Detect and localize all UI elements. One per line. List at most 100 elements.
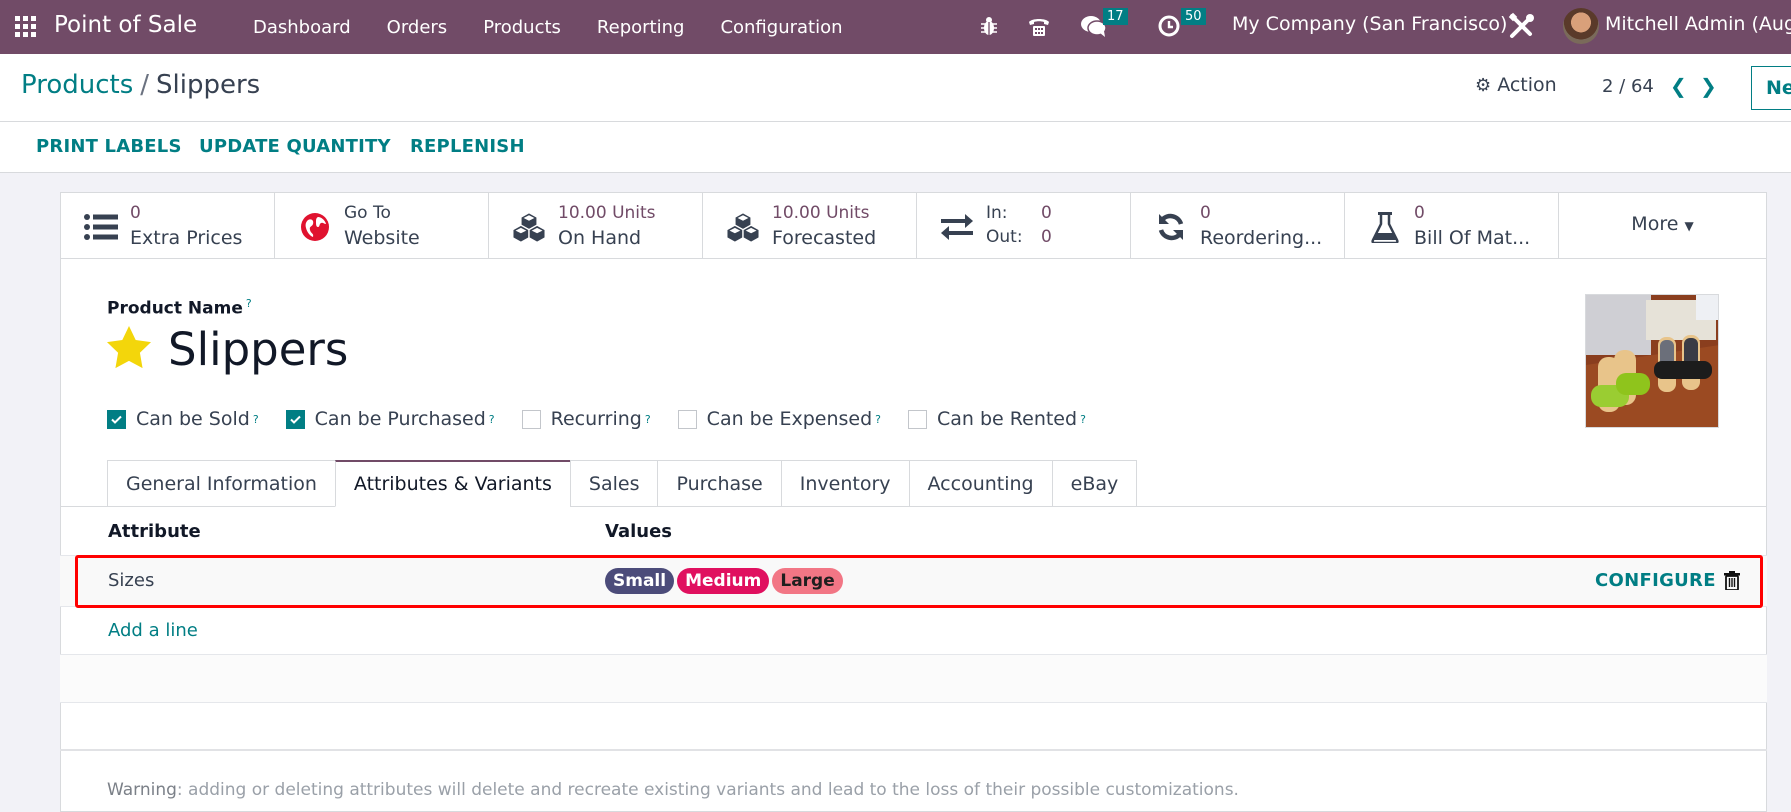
form-button-bar: PRINT LABELS UPDATE QUANTITY REPLENISH (0, 122, 1791, 173)
bom-count: 0 (1414, 203, 1425, 223)
product-image[interactable] (1585, 294, 1719, 428)
flask-icon (1367, 209, 1403, 245)
out-label: Out: (986, 227, 1023, 247)
menu-products[interactable]: Products (465, 17, 579, 38)
checkbox-unchecked-icon (908, 409, 927, 429)
pager-next-icon[interactable]: ❯ (1700, 74, 1717, 98)
in-out-button[interactable]: In: 0 Out: 0 (917, 193, 1131, 259)
checkbox-unchecked-icon (521, 409, 541, 429)
messages-badge: 17 (1103, 8, 1128, 25)
empty-row (60, 607, 1767, 655)
app-menu-icon[interactable] (15, 16, 36, 37)
breadcrumb-products[interactable]: Products (21, 70, 133, 100)
pager-value[interactable]: 2 / 64 (1602, 76, 1654, 97)
cubes-icon (725, 209, 761, 245)
favorite-star-icon[interactable] (106, 326, 152, 370)
company-switcher[interactable]: My Company (San Francisco) (1232, 13, 1507, 35)
user-menu[interactable]: Mitchell Admin (Aug_ (1605, 13, 1791, 35)
warning-text: Warning: adding or deleting attributes w… (107, 780, 1239, 800)
list-icon (83, 209, 119, 245)
update-quantity-button[interactable]: UPDATE QUANTITY (199, 136, 391, 157)
settings-tools-icon[interactable] (1508, 12, 1536, 40)
help-tooltip-icon[interactable]: ? (1080, 413, 1086, 426)
extra-prices-button[interactable]: 0 Extra Prices (61, 193, 275, 259)
can-be-purchased-checkbox[interactable]: Can be Purchased? (285, 408, 495, 430)
menu-orders[interactable]: Orders (369, 17, 466, 38)
forecasted-button[interactable]: 10.00 Units Forecasted (703, 193, 917, 259)
breadcrumb-current: Slippers (156, 70, 261, 100)
highlight-annotation-box (75, 555, 1763, 608)
column-header-values[interactable]: Values (605, 521, 672, 542)
help-tooltip-icon[interactable]: ? (246, 297, 252, 310)
out-value: 0 (1041, 227, 1052, 247)
slippers-photo (1586, 295, 1718, 427)
tab-purchase[interactable]: Purchase (657, 460, 781, 507)
empty-row (60, 655, 1767, 703)
on-hand-button[interactable]: 10.00 Units On Hand (489, 193, 703, 259)
exchange-icon (939, 209, 975, 245)
can-be-sold-label: Can be Sold (136, 408, 250, 430)
website-label: Website (344, 227, 420, 249)
go-to-website-button[interactable]: Go To Website (275, 193, 489, 259)
help-tooltip-icon[interactable]: ? (645, 413, 651, 426)
tab-ebay[interactable]: eBay (1051, 460, 1138, 507)
product-name-label: Product Name? (107, 297, 252, 319)
tab-accounting[interactable]: Accounting (908, 460, 1052, 507)
go-to-label: Go To (344, 203, 391, 223)
refresh-icon (1153, 209, 1189, 245)
forecasted-label: Forecasted (772, 227, 877, 249)
control-panel: Products / Slippers ⚙ Action 2 / 64 ❮ ❯ Ne (0, 54, 1791, 122)
in-label: In: (986, 203, 1008, 223)
forecasted-qty: 10.00 Units (772, 203, 870, 223)
help-tooltip-icon[interactable]: ? (875, 413, 881, 426)
replenish-button[interactable]: REPLENISH (410, 136, 525, 157)
more-dropdown[interactable]: More ▼ (1559, 193, 1766, 259)
globe-icon (297, 209, 333, 245)
phone-icon[interactable] (1027, 14, 1051, 38)
activities-clock-icon[interactable] (1157, 14, 1181, 38)
help-tooltip-icon[interactable]: ? (253, 413, 259, 426)
tab-sales[interactable]: Sales (569, 460, 658, 507)
top-navbar: Point of Sale Dashboard Orders Products … (0, 0, 1791, 54)
extra-prices-label: Extra Prices (130, 227, 243, 249)
caret-down-icon: ▼ (1684, 219, 1694, 233)
debug-bug-icon[interactable] (980, 15, 998, 37)
app-name[interactable]: Point of Sale (54, 12, 197, 38)
on-hand-qty: 10.00 Units (558, 203, 656, 223)
breadcrumb-separator: / (140, 70, 150, 100)
product-name-field[interactable]: Slippers (168, 323, 348, 376)
reordering-rules-button[interactable]: 0 Reordering... (1131, 193, 1345, 259)
can-be-sold-checkbox[interactable]: Can be Sold? (107, 408, 259, 430)
user-avatar[interactable] (1563, 8, 1599, 44)
menu-reporting[interactable]: Reporting (579, 17, 703, 38)
menu-configuration[interactable]: Configuration (702, 17, 860, 38)
tab-general-information[interactable]: General Information (107, 460, 335, 507)
checkbox-unchecked-icon (677, 409, 697, 429)
product-flags: Can be Sold? Can be Purchased? Recurring… (107, 408, 1113, 430)
action-label: Action (1497, 74, 1557, 96)
action-button[interactable]: ⚙ Action (1475, 74, 1557, 96)
bom-label: Bill Of Mat... (1414, 227, 1531, 249)
menu-dashboard[interactable]: Dashboard (235, 17, 369, 38)
warning-prefix: Warning (107, 780, 177, 800)
can-be-expensed-label: Can be Expensed (706, 408, 873, 430)
can-be-rented-checkbox[interactable]: Can be Rented? (908, 408, 1086, 430)
print-labels-button[interactable]: PRINT LABELS (36, 136, 182, 157)
tab-attributes-variants[interactable]: Attributes & Variants (334, 460, 570, 507)
bill-of-materials-button[interactable]: 0 Bill Of Mat... (1345, 193, 1559, 259)
can-be-expensed-checkbox[interactable]: Can be Expensed? (677, 408, 881, 430)
cubes-icon (511, 209, 547, 245)
smart-buttons: 0 Extra Prices Go To Website 10.00 Units… (61, 193, 1766, 259)
column-header-attribute[interactable]: Attribute (108, 521, 201, 542)
reordering-count: 0 (1200, 203, 1211, 223)
extra-prices-count: 0 (130, 203, 141, 223)
can-be-rented-label: Can be Rented (937, 408, 1078, 430)
pager-previous-icon[interactable]: ❮ (1670, 74, 1687, 98)
in-value: 0 (1041, 203, 1052, 223)
reordering-label: Reordering... (1200, 227, 1323, 249)
empty-row (60, 703, 1767, 751)
recurring-checkbox[interactable]: Recurring? (521, 408, 651, 430)
tab-inventory[interactable]: Inventory (780, 460, 909, 507)
help-tooltip-icon[interactable]: ? (489, 413, 495, 426)
new-button[interactable]: Ne (1751, 66, 1791, 110)
